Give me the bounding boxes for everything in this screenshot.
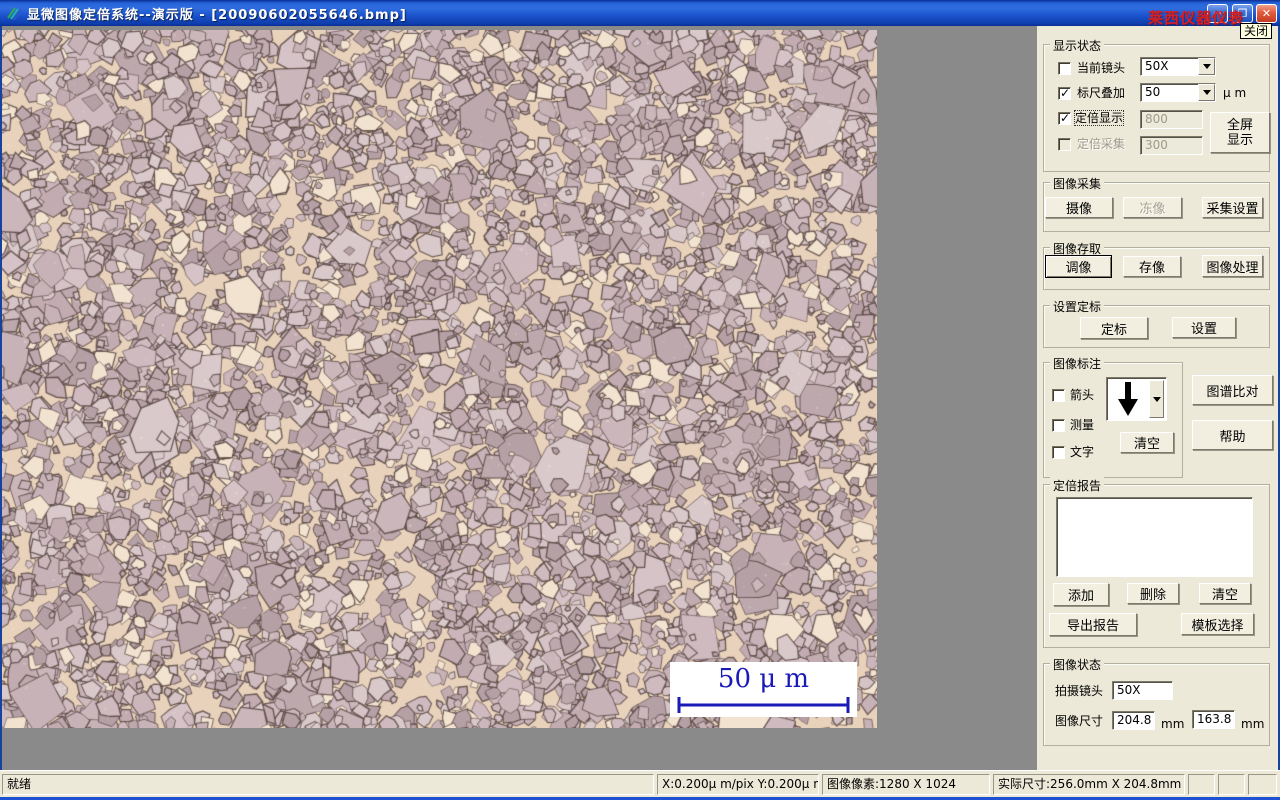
image-processing-button[interactable]: 图像处理 xyxy=(1202,255,1263,277)
group-image-capture-label: 图像采集 xyxy=(1050,175,1105,192)
fixed-capture-field: 300 xyxy=(1140,136,1203,155)
fullscreen-button-line2: 显示 xyxy=(1226,132,1253,148)
title-bar: 显微图像定倍系统--演示版 - [20090602055646.bmp] xyxy=(0,0,1280,26)
report-add-button[interactable]: 添加 xyxy=(1053,583,1109,606)
app-icon xyxy=(7,7,22,21)
scale-overlay-checkbox[interactable] xyxy=(1058,86,1071,100)
status-pixel-scale: X:0.200μ m/pix Y:0.200μ m/pix xyxy=(657,774,819,795)
app-window: 显微图像定倍系统--演示版 - [20090602055646.bmp] ─ ❐… xyxy=(0,0,1280,800)
current-lens-combobox[interactable]: 50X xyxy=(1140,57,1216,76)
scale-overlay-value: 50 xyxy=(1145,85,1161,99)
shoot-lens-label: 拍摄镜头 xyxy=(1055,684,1104,698)
arrow-checkbox[interactable] xyxy=(1052,389,1065,402)
chevron-down-icon xyxy=(1152,396,1161,402)
group-calibration-label: 设置定标 xyxy=(1050,298,1105,315)
measure-checkbox[interactable] xyxy=(1052,419,1065,432)
image-height-field: 163.8 xyxy=(1192,710,1235,729)
group-image-status: 图像状态 xyxy=(1043,656,1270,746)
capture-button[interactable]: 摄像 xyxy=(1045,197,1113,218)
group-display-status-label: 显示状态 xyxy=(1050,37,1105,54)
text-checkbox[interactable] xyxy=(1052,446,1065,459)
close-button[interactable]: ✕ xyxy=(1256,4,1277,23)
fixed-display-checkbox[interactable] xyxy=(1058,111,1071,125)
export-report-button[interactable]: 导出报告 xyxy=(1049,613,1137,636)
scale-bar-overlay: 50 μ m xyxy=(670,662,857,717)
measure-label: 测量 xyxy=(1070,418,1095,432)
current-lens-label: 当前镜头 xyxy=(1077,61,1126,75)
shoot-lens-field: 50X xyxy=(1112,681,1173,700)
control-panel: 显示状态 当前镜头 50X 标尺叠加 50 μ m 定倍显示 800 定倍采集 … xyxy=(1037,26,1278,770)
status-empty-3 xyxy=(1248,774,1277,795)
current-lens-value: 50X xyxy=(1145,59,1169,73)
fixed-display-label: 定倍显示 xyxy=(1073,110,1125,126)
status-actual-size: 实际尺寸:256.0mm X 204.8mm xyxy=(993,774,1185,795)
image-height-unit: mm xyxy=(1241,717,1265,731)
text-label: 文字 xyxy=(1070,445,1095,459)
scale-bar-label: 50 μ m xyxy=(717,664,810,694)
group-report-label: 定倍报告 xyxy=(1050,477,1105,494)
scale-overlay-unit: μ m xyxy=(1223,86,1247,100)
scale-overlay-combobox[interactable]: 50 xyxy=(1140,83,1216,102)
report-delete-button[interactable]: 删除 xyxy=(1127,583,1179,604)
scale-bar-line xyxy=(677,697,850,713)
micrograph-image xyxy=(2,30,877,728)
annotation-clear-button[interactable]: 清空 xyxy=(1120,432,1174,453)
load-image-button[interactable]: 调像 xyxy=(1045,255,1112,278)
help-button[interactable]: 帮助 xyxy=(1192,420,1273,450)
client-area: 50 μ m 显示状态 当前镜头 50X 标尺叠加 50 xyxy=(2,26,1278,770)
fullscreen-button[interactable]: 全屏 显示 xyxy=(1210,112,1270,153)
status-empty-2 xyxy=(1218,774,1245,795)
status-bar: 就绪 X:0.200μ m/pix Y:0.200μ m/pix 图像像素:12… xyxy=(0,770,1280,797)
vendor-watermark: 莱西仪器仪表 xyxy=(1148,9,1245,27)
chevron-down-icon xyxy=(1202,90,1211,95)
current-lens-checkbox[interactable] xyxy=(1058,62,1071,75)
group-annotation-label: 图像标注 xyxy=(1050,355,1105,372)
chevron-down-icon xyxy=(1202,64,1211,69)
status-empty-1 xyxy=(1188,774,1215,795)
close-tooltip: 关闭 xyxy=(1240,23,1273,39)
arrow-style-combobox[interactable] xyxy=(1106,377,1167,421)
scale-overlay-dropdown-button[interactable] xyxy=(1198,84,1215,101)
fixed-display-field: 800 xyxy=(1140,110,1203,129)
group-image-status-label: 图像状态 xyxy=(1050,656,1105,673)
scale-overlay-label: 标尺叠加 xyxy=(1077,86,1126,100)
template-select-button[interactable]: 模板选择 xyxy=(1181,613,1254,635)
arrow-label: 箭头 xyxy=(1070,388,1095,402)
fixed-capture-label: 定倍采集 xyxy=(1077,137,1126,151)
fullscreen-button-line1: 全屏 xyxy=(1226,117,1253,133)
freeze-button: 冻像 xyxy=(1123,197,1182,218)
status-ready: 就绪 xyxy=(2,774,654,795)
image-size-label: 图像尺寸 xyxy=(1055,714,1104,728)
report-clear-button[interactable]: 清空 xyxy=(1199,583,1251,604)
fixed-capture-checkbox xyxy=(1058,138,1071,151)
calibration-setup-button[interactable]: 设置 xyxy=(1172,317,1236,338)
atlas-compare-button[interactable]: 图谱比对 xyxy=(1192,375,1273,405)
image-width-field: 204.8 xyxy=(1112,711,1155,730)
image-width-unit: mm xyxy=(1161,717,1185,731)
calibrate-button[interactable]: 定标 xyxy=(1080,317,1148,339)
status-image-pixels: 图像像素:1280 X 1024 xyxy=(822,774,990,795)
arrow-style-dropdown-button[interactable] xyxy=(1149,380,1164,418)
capture-settings-button[interactable]: 采集设置 xyxy=(1202,197,1263,218)
save-image-button[interactable]: 存像 xyxy=(1123,256,1181,277)
current-lens-dropdown-button[interactable] xyxy=(1198,58,1215,75)
report-listbox[interactable] xyxy=(1056,497,1253,577)
big-down-arrow-icon xyxy=(1107,378,1149,420)
window-title: 显微图像定倍系统--演示版 - [20090602055646.bmp] xyxy=(27,7,407,23)
